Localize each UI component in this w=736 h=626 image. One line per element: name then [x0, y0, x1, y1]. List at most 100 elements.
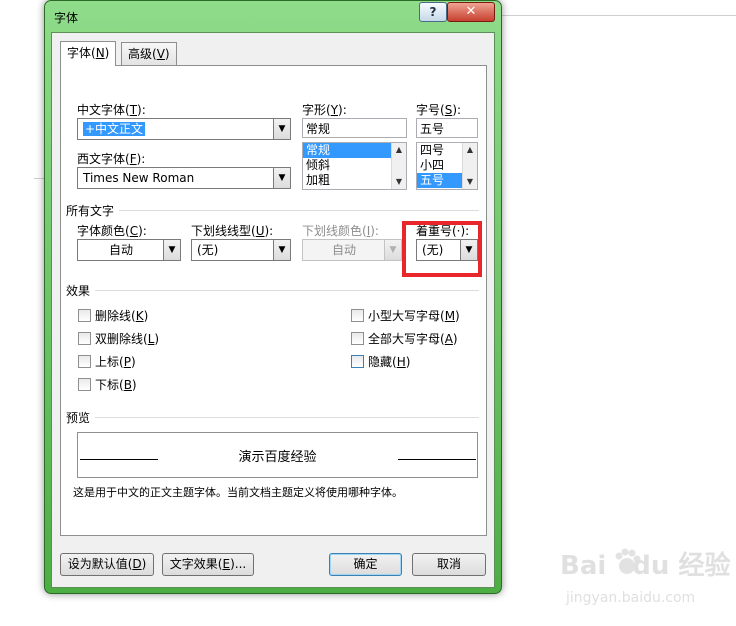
font-tab-panel: 中文字体(T): +中文正文 ▼ 西文字体(F): Times New Roma…	[60, 65, 487, 536]
font-size-suffix: ):	[452, 103, 462, 117]
small-caps-key: M	[444, 309, 456, 323]
close-button[interactable]: ✕	[447, 2, 495, 22]
all-caps-label[interactable]: 全部大写字母(A)	[368, 330, 458, 347]
subscript-label-text: 下标(	[95, 378, 124, 392]
font-style-option[interactable]: 常规	[303, 143, 392, 158]
hidden-checkbox[interactable]	[351, 355, 364, 368]
chinese-font-suffix: ):	[137, 103, 146, 117]
chinese-font-combo[interactable]: +中文正文 ▼	[77, 118, 291, 140]
superscript-checkbox[interactable]	[78, 355, 91, 368]
double-strikethrough-label[interactable]: 双删除线(L)	[95, 330, 159, 347]
hidden-label[interactable]: 隐藏(H)	[368, 353, 410, 370]
scroll-down-icon[interactable]: ▼	[463, 175, 477, 189]
cancel-button[interactable]: 取消	[412, 553, 486, 576]
set-default-text: 设为默认值(	[67, 557, 133, 571]
western-font-value: Times New Roman	[83, 171, 195, 185]
text-effects-key: E	[222, 557, 231, 571]
document-divider-top	[500, 15, 736, 16]
set-default-key: D	[132, 557, 142, 571]
underline-style-suffix: ):	[264, 224, 274, 238]
tab-advanced-key: V	[156, 47, 165, 61]
tab-advanced-suffix: )	[164, 47, 170, 61]
chinese-font-key: T	[129, 103, 138, 117]
double-strikethrough-label-text: 双删除线(	[95, 332, 148, 346]
underline-style-label-text: 下划线线型(	[191, 224, 256, 238]
all-caps-checkbox[interactable]	[351, 332, 364, 345]
underline-color-value: 自动	[331, 243, 356, 257]
tab-font-label: 字体(	[67, 46, 96, 60]
chevron-down-icon[interactable]: ▼	[273, 168, 290, 188]
font-dialog: 字体 ? ✕ 字体(N) 高级(V) 中文字体(T): +中文正文 ▼ 西文字体…	[44, 0, 502, 594]
set-default-suffix: )	[141, 557, 147, 571]
small-caps-label-text: 小型大写字母(	[368, 309, 445, 323]
underline-color-label-text: 下划线颜色(	[302, 224, 367, 238]
font-size-input[interactable]: 五号	[416, 118, 478, 138]
font-size-label: 字号(S):	[416, 101, 461, 118]
font-color-combo[interactable]: 自动 ▼	[77, 239, 181, 261]
font-style-list[interactable]: 常规 倾斜 加粗 ▲ ▼	[302, 142, 407, 190]
preview-note: 这是用于中文的正文主题字体。当前文档主题定义将使用哪种字体。	[73, 486, 403, 499]
watermark-logo-text: Bai	[560, 551, 607, 581]
strikethrough-checkbox[interactable]	[78, 309, 91, 322]
superscript-label[interactable]: 上标(P)	[95, 353, 136, 370]
preview-divider	[95, 417, 479, 418]
chevron-down-icon: ▼	[384, 240, 401, 260]
ok-button[interactable]: 确定	[329, 553, 402, 576]
western-font-label: 西文字体(F):	[77, 150, 145, 167]
all-caps-key: A	[444, 332, 453, 346]
font-size-scrollbar[interactable]: ▲ ▼	[462, 143, 477, 189]
small-caps-checkbox[interactable]	[351, 309, 364, 322]
font-size-list[interactable]: 四号 小四 五号 ▲ ▼	[416, 142, 478, 190]
western-font-combo[interactable]: Times New Roman ▼	[77, 167, 291, 189]
small-caps-label[interactable]: 小型大写字母(M)	[368, 307, 460, 324]
tab-advanced[interactable]: 高级(V)	[121, 42, 177, 65]
scroll-up-icon[interactable]: ▲	[463, 143, 477, 157]
set-default-button[interactable]: 设为默认值(D)	[60, 553, 154, 576]
chevron-down-icon[interactable]: ▼	[163, 240, 180, 260]
text-effects-text: 文字效果(	[169, 557, 223, 571]
small-caps-suffix: )	[455, 309, 460, 323]
all-caps-suffix: )	[452, 332, 458, 346]
watermark-url: jingyan.baidu.com	[566, 590, 696, 606]
chinese-font-value: +中文正文	[83, 122, 146, 136]
font-style-input[interactable]: 常规	[302, 118, 407, 138]
all-text-heading: 所有文字	[66, 204, 115, 218]
watermark-logo-text2: du	[632, 551, 670, 581]
scroll-down-icon[interactable]: ▼	[392, 175, 406, 189]
title-bar[interactable]: 字体 ? ✕	[45, 1, 501, 31]
font-style-scrollbar[interactable]: ▲ ▼	[391, 143, 406, 189]
subscript-suffix: )	[131, 378, 137, 392]
font-color-suffix: ):	[138, 224, 147, 238]
font-color-value: 自动	[108, 243, 133, 257]
underline-style-combo[interactable]: (无) ▼	[191, 239, 291, 261]
strikethrough-label-text: 删除线(	[95, 309, 136, 323]
strikethrough-label[interactable]: 删除线(K)	[95, 307, 148, 324]
effects-heading: 效果	[66, 284, 91, 298]
tab-font[interactable]: 字体(N)	[60, 41, 117, 66]
western-font-key: F	[129, 152, 137, 166]
watermark-cn: 经验	[678, 551, 731, 581]
chevron-down-icon[interactable]: ▼	[273, 240, 290, 260]
hidden-suffix: )	[405, 355, 411, 369]
text-effects-suffix: )...	[230, 557, 247, 571]
underline-color-suffix: ):	[370, 224, 379, 238]
font-style-key: Y	[330, 103, 339, 117]
font-size-option[interactable]: 五号	[417, 173, 463, 188]
double-strikethrough-suffix: )	[154, 332, 160, 346]
preview-sample-text: 演示百度经验	[238, 450, 317, 465]
preview-heading: 预览	[66, 411, 91, 425]
hidden-label-text: 隐藏(	[368, 355, 397, 369]
subscript-checkbox[interactable]	[78, 378, 91, 391]
text-effects-button[interactable]: 文字效果(E)...	[162, 553, 254, 576]
double-strikethrough-checkbox[interactable]	[78, 332, 91, 345]
all-text-divider	[119, 210, 479, 211]
superscript-key: P	[123, 355, 131, 369]
watermark-logo: Bai du 经验	[560, 545, 730, 582]
underline-color-combo: 自动 ▼	[302, 239, 402, 261]
strikethrough-key: K	[135, 309, 144, 323]
chevron-down-icon[interactable]: ▼	[273, 119, 290, 139]
help-button[interactable]: ?	[419, 2, 447, 22]
tab-font-suffix: )	[104, 46, 110, 60]
subscript-label[interactable]: 下标(B)	[95, 376, 137, 393]
scroll-up-icon[interactable]: ▲	[392, 143, 406, 157]
